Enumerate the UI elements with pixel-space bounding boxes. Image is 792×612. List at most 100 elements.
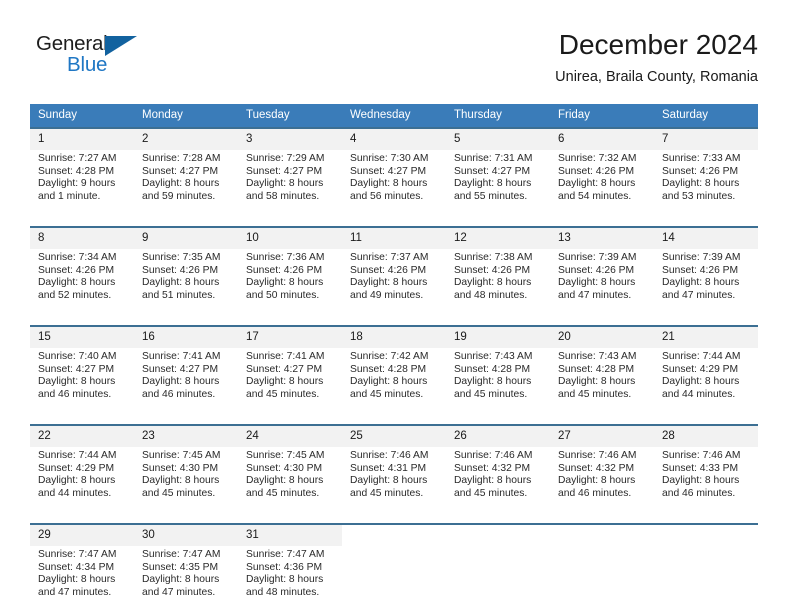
day-number[interactable]: 18 [342,327,446,348]
day-cell[interactable]: Sunrise: 7:27 AM Sunset: 4:28 PM Dayligh… [30,150,134,208]
day-cell[interactable]: Sunrise: 7:39 AM Sunset: 4:26 PM Dayligh… [654,249,758,307]
day-number[interactable]: 5 [446,129,550,150]
sunrise-text: Sunrise: 7:46 AM [558,450,637,461]
day-number[interactable]: 9 [134,228,238,249]
sunrise-text: Sunrise: 7:47 AM [246,549,325,560]
general-blue-logo[interactable]: General Blue [36,32,156,84]
sunrise-text: Sunrise: 7:46 AM [662,450,741,461]
day-number[interactable]: 4 [342,129,446,150]
day-cell[interactable]: Sunrise: 7:41 AM Sunset: 4:27 PM Dayligh… [134,348,238,406]
day-number[interactable]: 12 [446,228,550,249]
daylight-text-line1: Daylight: 8 hours [246,574,324,586]
day-number[interactable]: 23 [134,426,238,447]
day-number-empty [550,525,654,546]
day-number[interactable]: 30 [134,525,238,546]
day-cell[interactable]: Sunrise: 7:46 AM Sunset: 4:33 PM Dayligh… [654,447,758,505]
day-cell[interactable]: Sunrise: 7:30 AM Sunset: 4:27 PM Dayligh… [342,150,446,208]
daylight-text-line2: and 50 minutes. [246,289,320,301]
day-cell[interactable]: Sunrise: 7:46 AM Sunset: 4:31 PM Dayligh… [342,447,446,505]
sunrise-sunset-calendar: Sunday Monday Tuesday Wednesday Thursday… [30,104,758,604]
day-cell[interactable]: Sunrise: 7:29 AM Sunset: 4:27 PM Dayligh… [238,150,342,208]
day-cell[interactable]: Sunrise: 7:37 AM Sunset: 4:26 PM Dayligh… [342,249,446,307]
day-cell[interactable]: Sunrise: 7:28 AM Sunset: 4:27 PM Dayligh… [134,150,238,208]
day-number[interactable]: 25 [342,426,446,447]
day-number[interactable]: 13 [550,228,654,249]
day-number[interactable]: 10 [238,228,342,249]
day-cell[interactable]: Sunrise: 7:32 AM Sunset: 4:26 PM Dayligh… [550,150,654,208]
day-cell[interactable]: Sunrise: 7:34 AM Sunset: 4:26 PM Dayligh… [30,249,134,307]
sunset-text: Sunset: 4:27 PM [142,363,219,375]
sunrise-text: Sunrise: 7:47 AM [38,549,117,560]
day-number[interactable]: 19 [446,327,550,348]
day-cell[interactable]: Sunrise: 7:43 AM Sunset: 4:28 PM Dayligh… [550,348,654,406]
weekday-header-sunday: Sunday [38,109,78,121]
day-number[interactable]: 2 [134,129,238,150]
day-cell[interactable]: Sunrise: 7:43 AM Sunset: 4:28 PM Dayligh… [446,348,550,406]
day-number[interactable]: 14 [654,228,758,249]
day-cell[interactable]: Sunrise: 7:47 AM Sunset: 4:35 PM Dayligh… [134,546,238,604]
daylight-text-line1: Daylight: 8 hours [142,178,220,190]
sunrise-text: Sunrise: 7:45 AM [142,450,221,461]
day-number[interactable]: 21 [654,327,758,348]
sunrise-text: Sunrise: 7:43 AM [558,351,637,362]
day-cell[interactable]: Sunrise: 7:39 AM Sunset: 4:26 PM Dayligh… [550,249,654,307]
day-cell[interactable]: Sunrise: 7:35 AM Sunset: 4:26 PM Dayligh… [134,249,238,307]
sunset-text: Sunset: 4:27 PM [38,363,115,375]
calendar-page: General Blue December 2024 Unirea, Brail… [0,0,792,612]
day-cell[interactable]: Sunrise: 7:41 AM Sunset: 4:27 PM Dayligh… [238,348,342,406]
day-number[interactable]: 17 [238,327,342,348]
logo-text-blue: Blue [67,53,108,76]
page-subtitle-location: Unirea, Braila County, Romania [555,69,758,85]
day-cell[interactable]: Sunrise: 7:45 AM Sunset: 4:30 PM Dayligh… [134,447,238,505]
sunset-text: Sunset: 4:29 PM [38,462,115,474]
day-number-empty [342,525,446,546]
day-number[interactable]: 15 [30,327,134,348]
day-number[interactable]: 24 [238,426,342,447]
sunset-text: Sunset: 4:26 PM [662,165,739,177]
daylight-text-line1: Daylight: 8 hours [246,277,324,289]
week-day-details: Sunrise: 7:40 AM Sunset: 4:27 PM Dayligh… [30,348,758,406]
page-header: General Blue December 2024 Unirea, Brail… [30,28,758,90]
sunrise-text: Sunrise: 7:44 AM [662,351,741,362]
day-cell[interactable]: Sunrise: 7:45 AM Sunset: 4:30 PM Dayligh… [238,447,342,505]
day-cell[interactable]: Sunrise: 7:47 AM Sunset: 4:36 PM Dayligh… [238,546,342,604]
sunset-text: Sunset: 4:26 PM [558,264,635,276]
day-cell[interactable]: Sunrise: 7:42 AM Sunset: 4:28 PM Dayligh… [342,348,446,406]
day-cell[interactable]: Sunrise: 7:46 AM Sunset: 4:32 PM Dayligh… [550,447,654,505]
day-cell[interactable]: Sunrise: 7:47 AM Sunset: 4:34 PM Dayligh… [30,546,134,604]
day-cell[interactable]: Sunrise: 7:40 AM Sunset: 4:27 PM Dayligh… [30,348,134,406]
day-number[interactable]: 3 [238,129,342,150]
day-cell[interactable]: Sunrise: 7:36 AM Sunset: 4:26 PM Dayligh… [238,249,342,307]
day-cell[interactable]: Sunrise: 7:44 AM Sunset: 4:29 PM Dayligh… [30,447,134,505]
weekday-header-thursday: Thursday [454,109,502,121]
day-number[interactable]: 26 [446,426,550,447]
day-number[interactable]: 11 [342,228,446,249]
daylight-text-line2: and 48 minutes. [246,586,320,598]
day-number[interactable]: 28 [654,426,758,447]
day-cell[interactable]: Sunrise: 7:46 AM Sunset: 4:32 PM Dayligh… [446,447,550,505]
sunset-text: Sunset: 4:26 PM [350,264,427,276]
day-number[interactable]: 6 [550,129,654,150]
day-cell[interactable]: Sunrise: 7:33 AM Sunset: 4:26 PM Dayligh… [654,150,758,208]
day-cell[interactable]: Sunrise: 7:31 AM Sunset: 4:27 PM Dayligh… [446,150,550,208]
sunset-text: Sunset: 4:27 PM [350,165,427,177]
day-cell-empty [654,546,758,604]
sunrise-text: Sunrise: 7:34 AM [38,252,117,263]
daylight-text-line2: and 46 minutes. [38,388,112,400]
day-number[interactable]: 31 [238,525,342,546]
daylight-text-line1: Daylight: 8 hours [38,277,116,289]
daylight-text-line2: and 45 minutes. [142,487,216,499]
day-number[interactable]: 16 [134,327,238,348]
day-cell[interactable]: Sunrise: 7:44 AM Sunset: 4:29 PM Dayligh… [654,348,758,406]
day-number[interactable]: 8 [30,228,134,249]
day-number-empty [446,525,550,546]
daylight-text-line1: Daylight: 8 hours [558,277,636,289]
day-cell[interactable]: Sunrise: 7:38 AM Sunset: 4:26 PM Dayligh… [446,249,550,307]
day-number[interactable]: 20 [550,327,654,348]
day-number[interactable]: 7 [654,129,758,150]
day-number[interactable]: 29 [30,525,134,546]
daylight-text-line1: Daylight: 8 hours [142,277,220,289]
day-number[interactable]: 22 [30,426,134,447]
day-number[interactable]: 1 [30,129,134,150]
day-number[interactable]: 27 [550,426,654,447]
